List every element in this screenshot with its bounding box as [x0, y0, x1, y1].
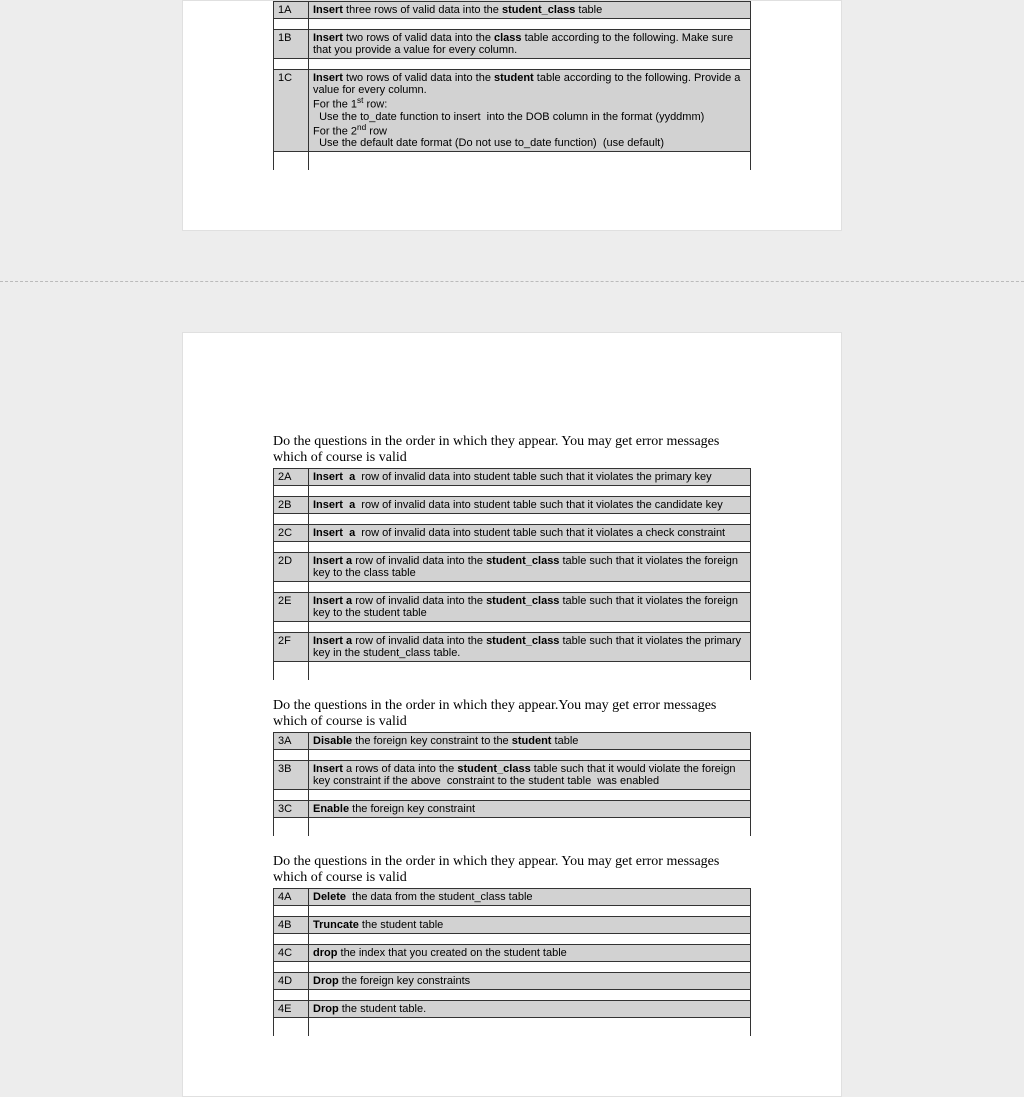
- table-empty-row: [274, 818, 751, 837]
- table-row: 3ADisable the foreign key constraint to …: [274, 733, 751, 750]
- table-spacer: [274, 622, 751, 633]
- table-spacer: [274, 906, 751, 917]
- question-description: Insert a row of invalid data into studen…: [309, 525, 751, 542]
- question-description: Insert three rows of valid data into the…: [309, 2, 751, 19]
- table-empty-row: [274, 152, 751, 171]
- table-spacer: [274, 934, 751, 945]
- question-description: Insert a row of invalid data into the st…: [309, 593, 751, 622]
- question-description: Enable the foreign key constraint: [309, 801, 751, 818]
- question-code: 3C: [274, 801, 309, 818]
- table-row: 4EDrop the student table.: [274, 1001, 751, 1018]
- question-description: Drop the foreign key constraints: [309, 973, 751, 990]
- table-section-3: 3ADisable the foreign key constraint to …: [273, 732, 751, 836]
- table-row: 2CInsert a row of invalid data into stud…: [274, 525, 751, 542]
- question-description: Insert a row of invalid data into the st…: [309, 553, 751, 582]
- table-spacer: [274, 59, 751, 70]
- question-code: 3B: [274, 761, 309, 790]
- page-1: 1AInsert three rows of valid data into t…: [182, 0, 842, 231]
- question-code: 1B: [274, 30, 309, 59]
- question-code: 2F: [274, 633, 309, 662]
- question-description: Insert a row of invalid data into studen…: [309, 497, 751, 514]
- question-description: drop the index that you created on the s…: [309, 945, 751, 962]
- table-row: 2AInsert a row of invalid data into stud…: [274, 469, 751, 486]
- question-description: Insert a row of invalid data into studen…: [309, 469, 751, 486]
- table-spacer: [274, 962, 751, 973]
- page-break: [0, 281, 1024, 282]
- question-code: 1C: [274, 70, 309, 152]
- page-2: Do the questions in the order in which t…: [182, 332, 842, 1097]
- table-spacer: [274, 514, 751, 525]
- table-row: 1BInsert two rows of valid data into the…: [274, 30, 751, 59]
- question-code: 3A: [274, 733, 309, 750]
- table-row: 2EInsert a row of invalid data into the …: [274, 593, 751, 622]
- table-section-4: 4ADelete the data from the student_class…: [273, 888, 751, 1036]
- question-code: 4D: [274, 973, 309, 990]
- table-spacer: [274, 486, 751, 497]
- table-empty-row: [274, 1018, 751, 1037]
- question-description: Insert two rows of valid data into the s…: [309, 70, 751, 152]
- question-code: 2B: [274, 497, 309, 514]
- table-row: 4ADelete the data from the student_class…: [274, 889, 751, 906]
- table-section-1: 1AInsert three rows of valid data into t…: [273, 1, 751, 170]
- table-row: 4BTruncate the student table: [274, 917, 751, 934]
- question-code: 4E: [274, 1001, 309, 1018]
- question-description: Drop the student table.: [309, 1001, 751, 1018]
- table-spacer: [274, 790, 751, 801]
- table-row: 1CInsert two rows of valid data into the…: [274, 70, 751, 152]
- table-spacer: [274, 19, 751, 30]
- question-code: 1A: [274, 2, 309, 19]
- table-spacer: [274, 990, 751, 1001]
- table-row: 3BInsert a rows of data into the student…: [274, 761, 751, 790]
- table-row: 1AInsert three rows of valid data into t…: [274, 2, 751, 19]
- question-description: Insert a rows of data into the student_c…: [309, 761, 751, 790]
- section-3-intro: Do the questions in the order in which t…: [273, 698, 751, 730]
- question-code: 2C: [274, 525, 309, 542]
- table-spacer: [274, 542, 751, 553]
- table-row: 2DInsert a row of invalid data into the …: [274, 553, 751, 582]
- question-description: Insert a row of invalid data into the st…: [309, 633, 751, 662]
- table-row: 4DDrop the foreign key constraints: [274, 973, 751, 990]
- table-row: 3CEnable the foreign key constraint: [274, 801, 751, 818]
- table-section-2: 2AInsert a row of invalid data into stud…: [273, 468, 751, 680]
- question-code: 4B: [274, 917, 309, 934]
- question-code: 2D: [274, 553, 309, 582]
- question-description: Insert two rows of valid data into the c…: [309, 30, 751, 59]
- table-row: 2BInsert a row of invalid data into stud…: [274, 497, 751, 514]
- question-description: Truncate the student table: [309, 917, 751, 934]
- table-row: 2FInsert a row of invalid data into the …: [274, 633, 751, 662]
- question-description: Delete the data from the student_class t…: [309, 889, 751, 906]
- question-description: Disable the foreign key constraint to th…: [309, 733, 751, 750]
- question-code: 4A: [274, 889, 309, 906]
- question-code: 4C: [274, 945, 309, 962]
- question-code: 2E: [274, 593, 309, 622]
- section-2-intro: Do the questions in the order in which t…: [273, 434, 751, 466]
- question-code: 2A: [274, 469, 309, 486]
- table-row: 4Cdrop the index that you created on the…: [274, 945, 751, 962]
- table-empty-row: [274, 662, 751, 681]
- section-4-intro: Do the questions in the order in which t…: [273, 854, 751, 886]
- table-spacer: [274, 582, 751, 593]
- table-spacer: [274, 750, 751, 761]
